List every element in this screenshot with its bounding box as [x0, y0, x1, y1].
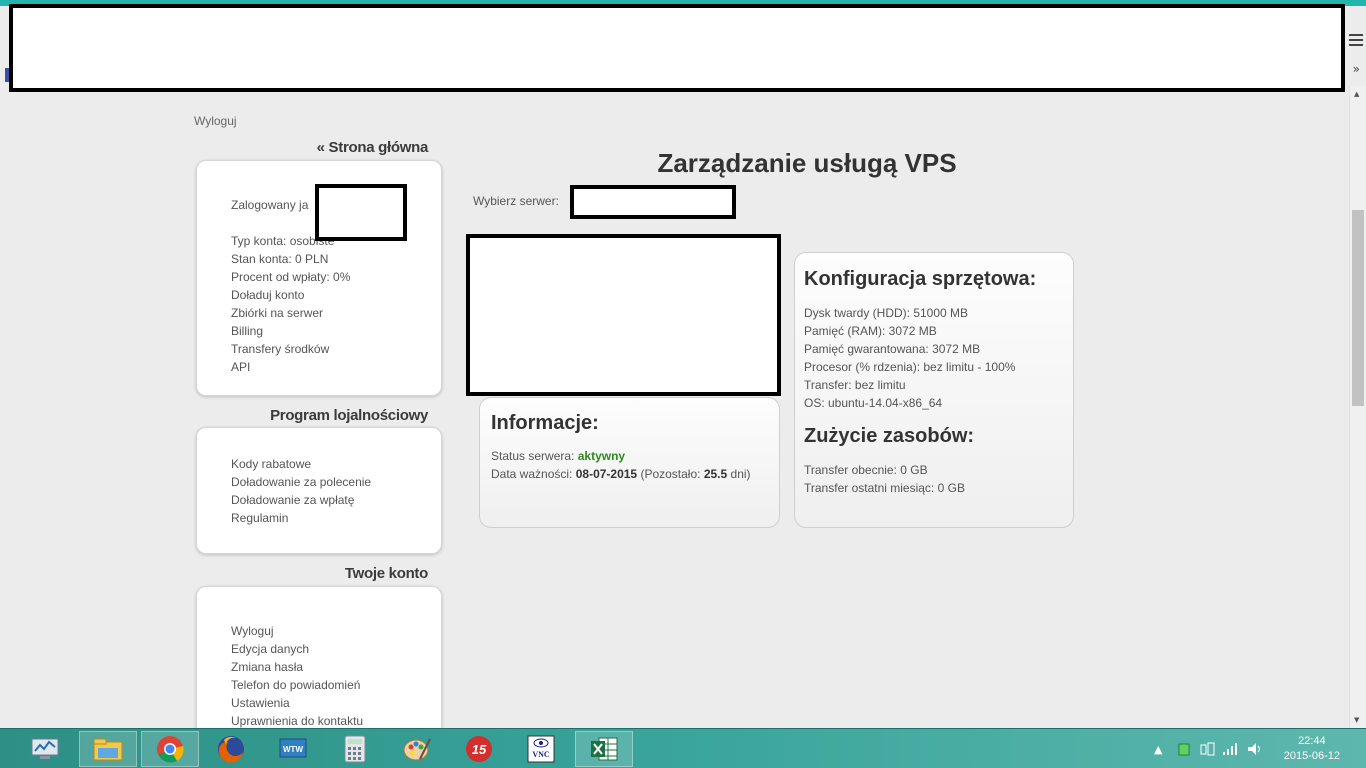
vnc-icon[interactable]: VNC	[512, 731, 570, 767]
vnc-label: VNC	[532, 750, 550, 759]
loyalty-title: Program lojalnościowy	[270, 407, 428, 424]
clock-time: 22:44	[1298, 735, 1326, 747]
transfer-last-month-row: Transfer ostatni miesiąc: 0 GB	[804, 481, 965, 495]
menu-item-fundraising[interactable]: Zbiórki na serwer	[231, 304, 441, 322]
file-explorer-icon[interactable]	[79, 731, 137, 767]
power-icon[interactable]	[1200, 729, 1216, 768]
days-remaining: 25.5	[703, 467, 728, 481]
hardware-title: Konfiguracja sprzętowa:	[804, 268, 1037, 290]
wtw-label: WTW	[283, 745, 303, 754]
volume-icon[interactable]	[1246, 729, 1264, 768]
app-15-label: 15	[472, 742, 487, 757]
clock[interactable]: 22:44 2015-06-12	[1284, 734, 1340, 764]
home-link[interactable]: « Strona główna	[194, 139, 429, 156]
monitor-app-icon[interactable]	[16, 731, 74, 767]
redacted-username	[315, 184, 407, 241]
expiry-date: 08-07-2015	[575, 467, 638, 481]
taskbar: WTW 15 VNC ▲ 22:44 2015-06-12	[0, 728, 1366, 768]
calculator-icon[interactable]	[326, 731, 384, 767]
scroll-thumb[interactable]	[1352, 210, 1364, 406]
menu-item-phone[interactable]: Telefon do powiadomień	[231, 676, 441, 694]
network-icon[interactable]	[1222, 729, 1240, 768]
server-select-label: Wybierz serwer:	[473, 194, 559, 208]
your-account-title: Twoje konto	[344, 565, 428, 582]
more-arrows-icon[interactable]: »	[1353, 62, 1360, 76]
menu-item-referral[interactable]: Doładowanie za polecenie	[231, 473, 441, 491]
transfer-current-row: Transfer obecnie: 0 GB	[804, 463, 928, 477]
hdd-row: Dysk twardy (HDD): 51000 MB	[804, 306, 969, 320]
cpu-row: Procesor (% rdzenia): bez limitu - 100%	[804, 360, 1016, 374]
your-account-box: Wyloguj Edycja danych Zmiana hasła Telef…	[196, 586, 442, 746]
transfer-row: Transfer: bez limitu	[804, 378, 906, 392]
firefox-icon[interactable]	[202, 731, 260, 767]
redacted-header	[9, 4, 1345, 92]
clock-date: 2015-06-12	[1283, 750, 1340, 762]
excel-icon[interactable]	[575, 731, 633, 767]
guaranteed-ram-row: Pamięć gwarantowana: 3072 MB	[804, 342, 981, 356]
wtw-icon[interactable]: WTW	[264, 731, 322, 767]
menu-item-terms[interactable]: Regulamin	[231, 509, 441, 527]
account-balance: Stan konta: 0 PLN	[231, 252, 329, 266]
paint-icon[interactable]	[388, 731, 446, 767]
menu-item-settings[interactable]: Ustawienia	[231, 694, 441, 712]
server-status-row: Status serwera: aktywny	[491, 449, 626, 463]
scroll-down-icon[interactable]: ▼	[1354, 716, 1359, 724]
menu-item-deposit-bonus[interactable]: Doładowanie za wpłatę	[231, 491, 441, 509]
menu-item-api[interactable]: API	[231, 358, 441, 376]
ram-row: Pamięć (RAM): 3072 MB	[804, 324, 937, 338]
logout-link[interactable]: Wyloguj	[194, 114, 237, 128]
deposit-percent: Procent od wpłaty: 0%	[231, 270, 351, 284]
redacted-panel	[466, 234, 781, 396]
info-title: Informacje:	[491, 412, 599, 434]
menu-item-topup[interactable]: Doładuj konto	[231, 286, 441, 304]
menu-item-discount-codes[interactable]: Kody rabatowe	[231, 455, 441, 473]
menu-item-logout[interactable]: Wyloguj	[231, 622, 441, 640]
hardware-panel: Konfiguracja sprzętowa: Dysk twardy (HDD…	[794, 252, 1074, 528]
battery-status-icon[interactable]	[1178, 729, 1190, 768]
menu-item-change-password[interactable]: Zmiana hasła	[231, 658, 441, 676]
usage-title: Zużycie zasobów:	[804, 425, 975, 447]
chrome-icon[interactable]	[141, 731, 199, 767]
app-15-icon[interactable]: 15	[450, 731, 508, 767]
page-title: Zarządzanie usługą VPS	[657, 148, 957, 178]
show-hidden-icons[interactable]: ▲	[1154, 729, 1162, 768]
menu-item-billing[interactable]: Billing	[231, 322, 441, 340]
menu-item-edit-data[interactable]: Edycja danych	[231, 640, 441, 658]
status-badge: aktywny	[577, 449, 626, 463]
vertical-scrollbar[interactable]: ▲ ▼	[1349, 86, 1366, 728]
menu-icon[interactable]	[1349, 34, 1363, 48]
scroll-up-icon[interactable]: ▲	[1354, 90, 1359, 98]
info-panel: Informacje: Status serwera: aktywny Data…	[479, 397, 780, 528]
server-select[interactable]	[570, 185, 736, 219]
menu-item-transfers[interactable]: Transfery środków	[231, 340, 441, 358]
expiry-row: Data ważności: 08-07-2015 (Pozostało: 25…	[491, 467, 751, 481]
loyalty-box: Kody rabatowe Doładowanie za polecenie D…	[196, 427, 442, 554]
os-row: OS: ubuntu-14.04-x86_64	[804, 396, 943, 410]
